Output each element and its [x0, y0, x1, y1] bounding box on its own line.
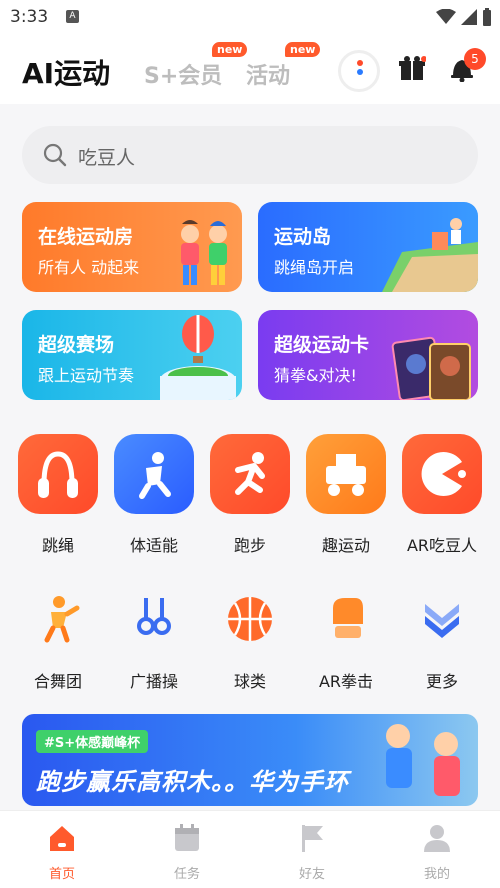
- flag-icon: [302, 825, 323, 852]
- tab-svip[interactable]: S+会员: [144, 58, 222, 90]
- hot-air-balloon-stadium-illustration: [160, 315, 236, 400]
- category-ar-boxing[interactable]: AR拳击: [298, 584, 394, 691]
- home-icon: [50, 826, 74, 851]
- jump-rope-icon: [18, 434, 98, 514]
- calendar-icon: [175, 824, 199, 851]
- top-header: AI运动 S+会员 new 活动 new 5: [0, 32, 500, 104]
- more-chevron-icon: [425, 604, 459, 638]
- card-super-arena[interactable]: 超级赛场 跟上运动节奏: [22, 310, 242, 400]
- card-subtitle: 猜拳&对决!: [274, 366, 357, 385]
- pacman-icon: [402, 434, 482, 514]
- promo-banner[interactable]: #S+体感巅峰杯 跑步赢乐高积木。。华为手环: [22, 714, 478, 806]
- category-running[interactable]: 跑步: [202, 434, 298, 555]
- banner-tag: #S+体感巅峰杯: [36, 730, 149, 753]
- search-icon: [43, 143, 67, 167]
- category-fitness[interactable]: 体适能: [106, 434, 202, 555]
- island-illustration: [382, 218, 478, 292]
- card-subtitle: 所有人 动起来: [38, 258, 140, 277]
- people-cheering-illustration: [181, 220, 227, 285]
- tab-activity[interactable]: 活动: [246, 58, 290, 90]
- running-icon: [210, 434, 290, 514]
- card-title: 在线运动房: [38, 226, 134, 248]
- basketball-icon: [228, 597, 272, 641]
- fitness-icon: [114, 434, 194, 514]
- card-subtitle: 跟上运动节奏: [38, 366, 135, 385]
- tab-label: 首页: [48, 867, 75, 882]
- category-fun-sports[interactable]: 趣运动: [298, 434, 394, 555]
- category-ar-pacman[interactable]: AR吃豆人: [394, 434, 490, 555]
- card-title: 超级运动卡: [274, 334, 370, 356]
- athletes-illustration: [386, 724, 460, 796]
- gift-icon[interactable]: [398, 54, 426, 82]
- dance-icon: [44, 596, 80, 643]
- category-ball-sports[interactable]: 球类: [202, 584, 298, 691]
- category-label: 球类: [233, 672, 266, 691]
- banner-title: 跑步赢乐高积木。。华为手环: [36, 768, 349, 796]
- notification-count-badge: 5: [464, 48, 486, 70]
- card-online-room[interactable]: 在线运动房 所有人 动起来: [22, 202, 242, 292]
- gymnastics-icon: [137, 598, 171, 635]
- sport-ring-icon[interactable]: [338, 50, 380, 92]
- category-label: 跳绳: [41, 536, 74, 555]
- card-title: 运动岛: [274, 226, 332, 248]
- tab-label: 任务: [173, 867, 200, 882]
- search-placeholder: 吃豆人: [78, 147, 136, 169]
- tab-label: 好友: [298, 867, 325, 882]
- new-badge: new: [212, 42, 248, 57]
- category-dance[interactable]: 合舞团: [10, 584, 106, 691]
- card-title: 超级赛场: [38, 334, 115, 356]
- category-label: 趣运动: [321, 536, 370, 555]
- tab-ai-sports[interactable]: AI运动: [22, 52, 110, 92]
- wifi-icon: [436, 9, 456, 24]
- signal-icon: [461, 9, 477, 25]
- battery-icon: [483, 8, 491, 26]
- category-label: 体适能: [129, 536, 178, 555]
- new-badge: new: [285, 42, 321, 57]
- bottom-tab-bar: 首页 任务 好友 我的: [0, 810, 500, 888]
- tab-label: 我的: [423, 867, 450, 882]
- person-icon: [424, 825, 450, 852]
- search-bar[interactable]: 吃豆人: [22, 126, 478, 184]
- category-label: 广播操: [129, 672, 178, 691]
- category-label: AR拳击: [318, 672, 374, 691]
- card-super-sports-card[interactable]: 超级运动卡 猜拳&对决!: [258, 310, 478, 400]
- category-jump-rope[interactable]: 跳绳: [10, 434, 106, 555]
- boxing-glove-icon: [333, 598, 363, 638]
- card-subtitle: 跳绳岛开启: [274, 258, 355, 277]
- category-label: 合舞团: [33, 672, 82, 691]
- category-gymnastics[interactable]: 广播操: [106, 584, 202, 691]
- category-label: AR吃豆人: [406, 536, 478, 555]
- fun-sports-icon: [306, 434, 386, 514]
- category-label: 跑步: [233, 536, 266, 555]
- category-more[interactable]: 更多: [394, 584, 490, 691]
- category-label: 更多: [425, 672, 458, 691]
- trading-cards-illustration: [391, 336, 471, 400]
- status-time: 3:33: [10, 7, 49, 27]
- status-icons: [436, 8, 492, 26]
- card-sports-island[interactable]: 运动岛 跳绳岛开启: [258, 202, 478, 292]
- notification-app-icon: A: [66, 10, 79, 23]
- status-bar: 3:33 A: [0, 0, 500, 32]
